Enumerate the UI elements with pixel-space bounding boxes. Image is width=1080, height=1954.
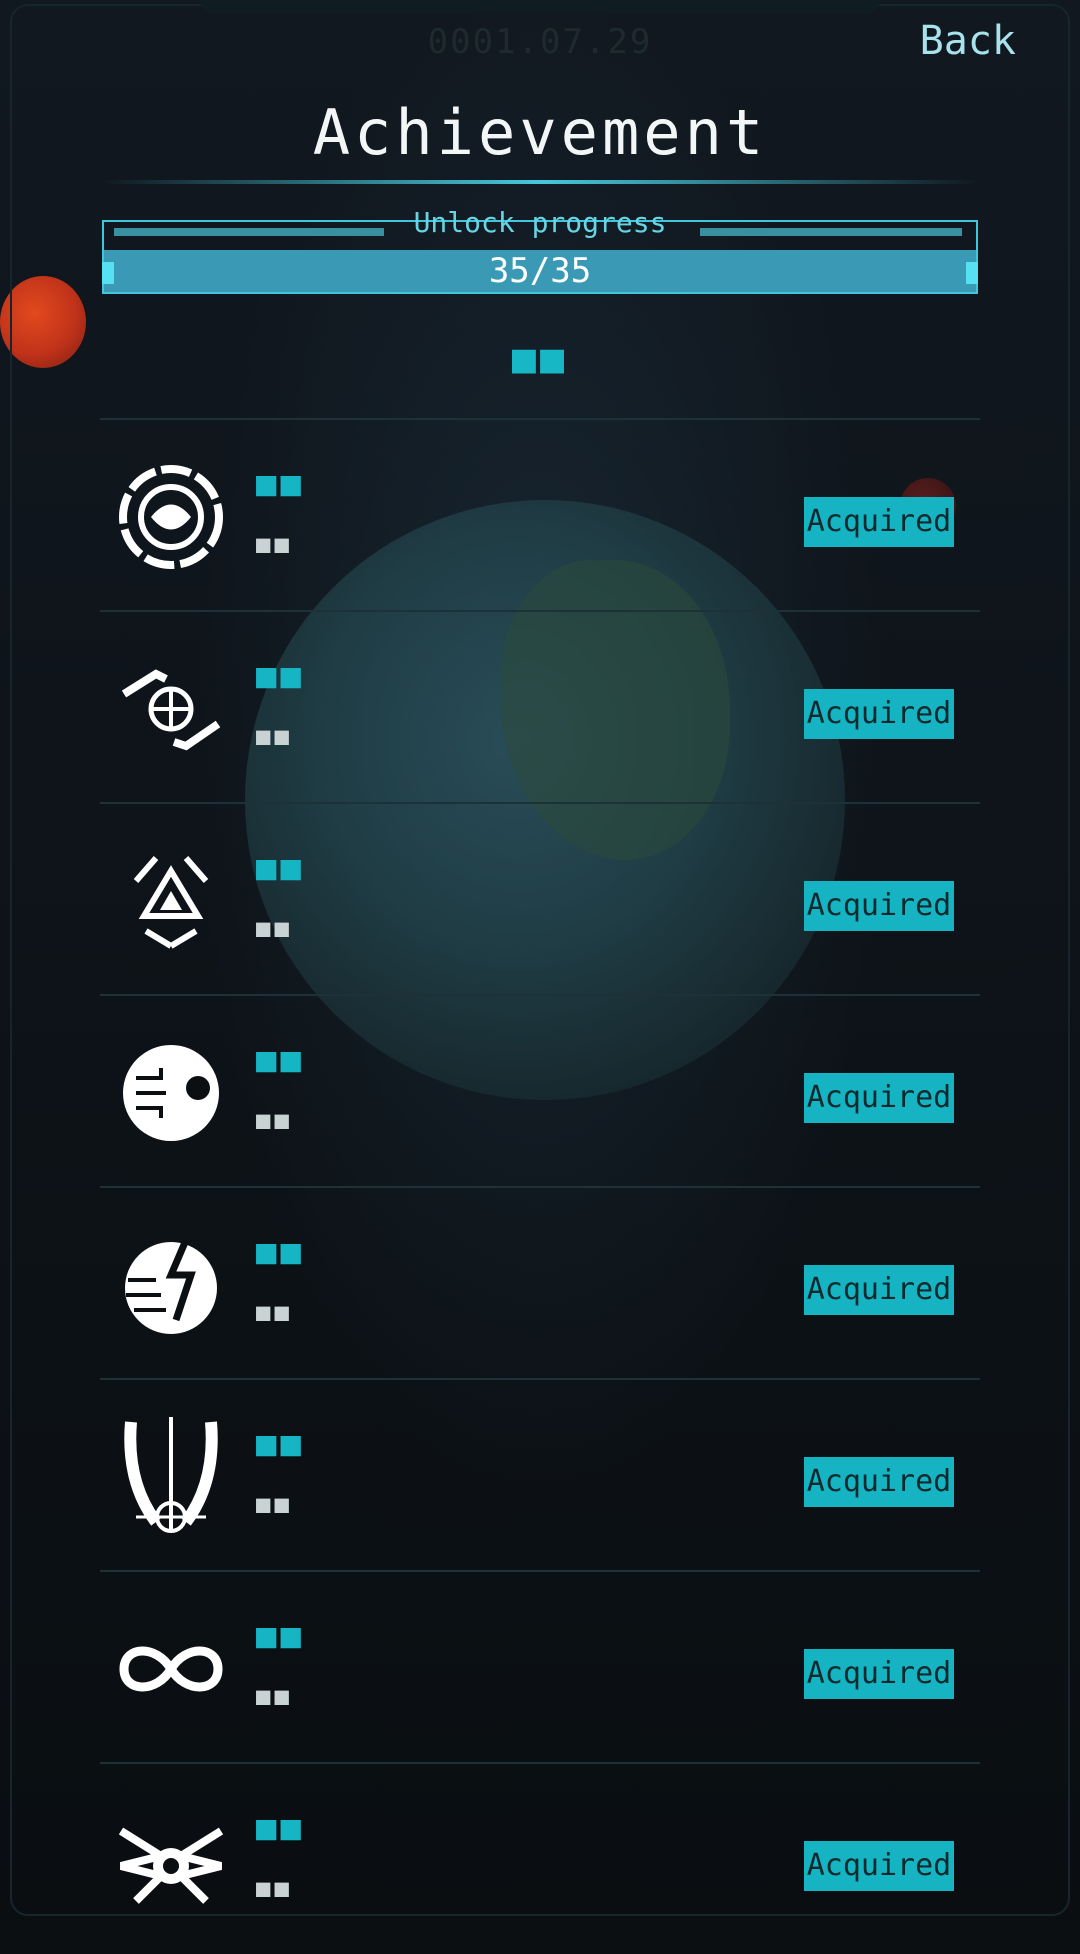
achievement-row[interactable]: ■■ ■■ Acquired bbox=[100, 994, 980, 1186]
achievement-description: ■■ bbox=[256, 914, 293, 942]
game-date: 0001.07.29 bbox=[427, 22, 653, 62]
achievement-row[interactable]: ■■ ■■ Acquired bbox=[100, 1762, 980, 1954]
achievement-name: ■■ bbox=[256, 1040, 305, 1080]
achievement-description: ■■ bbox=[256, 1106, 293, 1134]
achievement-description: ■■ bbox=[256, 722, 293, 750]
acquired-status-badge: Acquired bbox=[804, 1265, 954, 1315]
achievement-name: ■■ bbox=[256, 1232, 305, 1272]
achievement-name: ■■ bbox=[256, 464, 305, 504]
achievement-row[interactable]: ■■ ■■ Acquired bbox=[100, 418, 980, 610]
achievement-list: ■■ ■■ Acquired ■■ ■■ Acquired ■■ ■■ Acquired ■■ ■■… bbox=[100, 418, 980, 1954]
achievement-name: ■■ bbox=[256, 656, 305, 696]
acquired-status-badge: Acquired bbox=[804, 1457, 954, 1507]
acquired-status-badge: Acquired bbox=[804, 1841, 954, 1891]
acquired-status-badge: Acquired bbox=[804, 497, 954, 547]
acquired-status-badge: Acquired bbox=[804, 881, 954, 931]
progress-value: 35/35 bbox=[488, 251, 592, 291]
achievement-description: ■■ bbox=[256, 1490, 293, 1518]
achievement-name: ■■ bbox=[256, 848, 305, 888]
acquired-status-badge: Acquired bbox=[804, 689, 954, 739]
progress-label: Unlock progress bbox=[413, 206, 667, 239]
infinity-icon bbox=[114, 1612, 228, 1726]
frame-top-tab bbox=[200, 0, 880, 14]
achievement-row[interactable]: ■■ ■■ Acquired bbox=[100, 802, 980, 994]
achievement-row[interactable]: ■■ ■■ Acquired bbox=[100, 1378, 980, 1570]
achievement-row[interactable]: ■■ ■■ Acquired bbox=[100, 610, 980, 802]
lightning-planet-icon bbox=[114, 1228, 228, 1342]
globe-emblem-icon bbox=[114, 460, 228, 574]
achievement-description: ■■ bbox=[256, 1874, 293, 1902]
title-divider bbox=[100, 180, 980, 184]
page-title: Achievement bbox=[312, 96, 768, 169]
back-button[interactable]: Back bbox=[920, 18, 1016, 64]
achievement-row[interactable]: ■■ ■■ Acquired bbox=[100, 1186, 980, 1378]
achievement-description: ■■ bbox=[256, 1682, 293, 1710]
acquired-status-badge: Acquired bbox=[804, 1649, 954, 1699]
achievement-row[interactable]: ■■ ■■ Acquired bbox=[100, 1570, 980, 1762]
achievement-name: ■■ bbox=[256, 1808, 305, 1848]
achievement-name: ■■ bbox=[256, 1616, 305, 1656]
circuit-eye-icon bbox=[114, 1036, 228, 1150]
section-badge: ■■ bbox=[511, 336, 569, 382]
achievement-description: ■■ bbox=[256, 1298, 293, 1326]
acquired-status-badge: Acquired bbox=[804, 1073, 954, 1123]
achievement-description: ■■ bbox=[256, 530, 293, 558]
achievement-name: ■■ bbox=[256, 1424, 305, 1464]
winged-globe-icon bbox=[114, 1417, 228, 1534]
hands-globe-icon bbox=[114, 652, 228, 766]
triangle-hands-icon bbox=[114, 844, 228, 958]
winged-crest-icon bbox=[114, 1804, 228, 1918]
